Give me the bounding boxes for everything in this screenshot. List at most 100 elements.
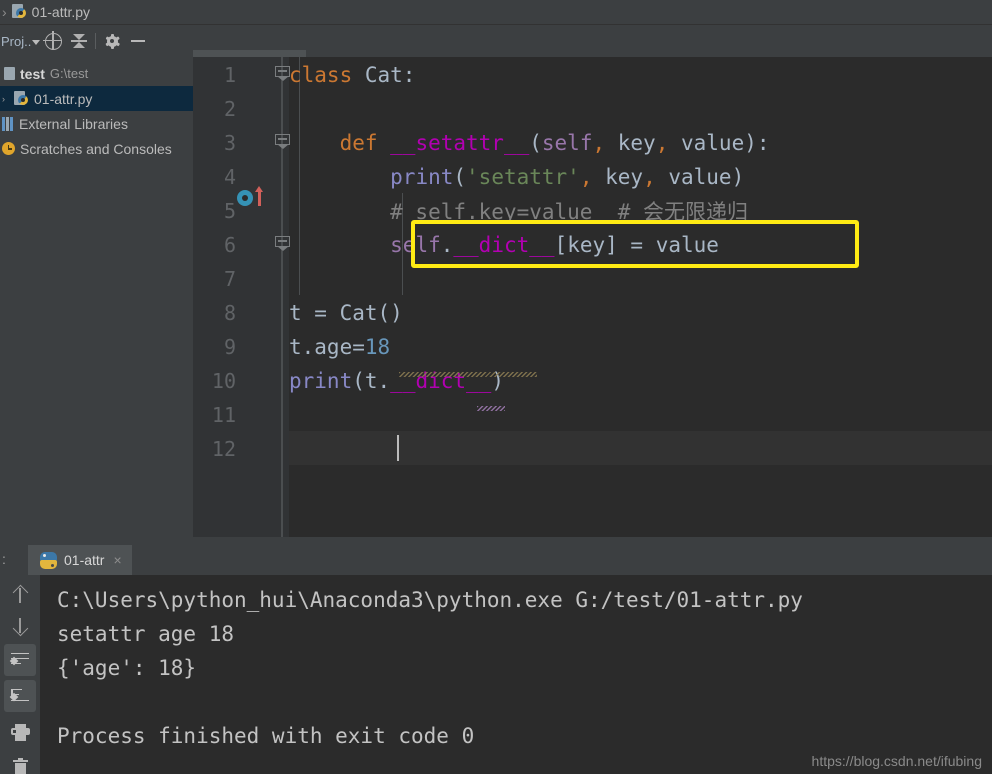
code-line-7[interactable] xyxy=(289,262,992,296)
gutter-line-8[interactable]: 8 xyxy=(193,296,289,330)
run-panel-toolbar xyxy=(0,575,40,774)
breadcrumb-separator: › xyxy=(2,4,7,20)
line-number: 4 xyxy=(223,165,236,189)
tree-item-scratches-and-consoles[interactable]: Scratches and Consoles xyxy=(0,136,193,161)
code-token: : xyxy=(402,63,416,87)
line-number: 12 xyxy=(211,437,236,461)
code-token: t.age= xyxy=(289,335,365,359)
code-line-6[interactable]: self. __dict__ [key] = value xyxy=(289,228,992,262)
python-file-icon xyxy=(11,4,27,20)
tree-item-external-libraries[interactable]: External Libraries xyxy=(0,111,193,136)
tree-item-detail: G:\test xyxy=(49,66,89,81)
code-token: () xyxy=(377,301,403,325)
minimize-icon[interactable] xyxy=(125,25,151,57)
code-line-10[interactable]: print(t. __dict__) xyxy=(289,364,992,398)
code-token: __dict__ xyxy=(453,233,555,257)
code-token: ( xyxy=(352,369,365,393)
code-line-4[interactable]: print('setattr', key, value) xyxy=(289,160,992,194)
gutter-line-10[interactable]: 10 xyxy=(193,364,289,398)
code-token: class xyxy=(289,63,365,87)
gutter-line-7[interactable]: 7 xyxy=(193,262,289,296)
library-icon xyxy=(2,116,14,131)
chevron-down-icon xyxy=(32,40,41,45)
gutter-line-9[interactable]: 9 xyxy=(193,330,289,364)
code-token: __setattr__ xyxy=(390,131,530,155)
override-method-icon[interactable] xyxy=(237,190,253,206)
code-line-11[interactable] xyxy=(289,398,992,432)
line-number: 11 xyxy=(211,403,236,427)
python-file-icon xyxy=(14,90,29,107)
project-view-selector[interactable]: Proj.. xyxy=(0,33,41,49)
code-token: self xyxy=(390,233,441,257)
line-number: 2 xyxy=(223,97,236,121)
toolbar-divider xyxy=(95,33,97,49)
run-tabstrip: : 01-attr × xyxy=(0,545,992,575)
code-text-area[interactable]: class Cat: def __setattr__(self, key, va… xyxy=(289,57,992,537)
code-token: 'setattr' xyxy=(466,165,580,189)
run-tab-01-attr[interactable]: 01-attr × xyxy=(28,545,132,575)
tree-item-label: test xyxy=(20,65,45,82)
code-token: ( xyxy=(453,165,467,189)
code-token: ) xyxy=(731,165,745,189)
up-arrow-icon[interactable] xyxy=(4,578,36,610)
code-token: t = xyxy=(289,301,340,325)
breadcrumb-file[interactable]: 01-attr.py xyxy=(32,4,90,20)
fold-marker-line-1[interactable] xyxy=(275,66,290,81)
code-token: , xyxy=(592,131,606,155)
code-token: Cat xyxy=(364,63,403,87)
close-icon[interactable]: × xyxy=(113,552,121,568)
soft-wrap-icon[interactable] xyxy=(4,644,36,676)
code-editor[interactable]: 1 2 3 4 5 6 7 8 9 10 11 12 class Cat: def __setattr… xyxy=(193,57,992,537)
text-caret xyxy=(397,435,399,461)
code-token: # self.key=value # 会无限递归 xyxy=(289,200,749,224)
code-token: self xyxy=(541,131,593,155)
project-view-label: Proj.. xyxy=(1,33,32,49)
code-line-8[interactable]: t = Cat() xyxy=(289,296,992,330)
code-token: , xyxy=(579,165,593,189)
line-number: 6 xyxy=(223,233,236,257)
console-output[interactable]: C:\Users\python_hui\Anaconda3\python.exe… xyxy=(40,575,992,774)
gutter-line-12[interactable]: 12 xyxy=(193,432,289,466)
line-number: 5 xyxy=(223,199,236,223)
down-arrow-icon[interactable] xyxy=(4,611,36,643)
code-line-12[interactable] xyxy=(289,432,992,466)
scratches-icon xyxy=(2,142,15,155)
tree-item-test[interactable]: test G:\test xyxy=(0,61,193,86)
code-line-1[interactable]: class Cat: xyxy=(289,58,992,92)
breadcrumb: › 01-attr.py xyxy=(0,0,992,25)
console-line-4: Process finished with exit code 0 xyxy=(57,724,475,748)
gutter-line-4[interactable]: 4 xyxy=(193,160,289,194)
scroll-to-end-icon[interactable] xyxy=(4,680,36,712)
toolbar-row: Proj.. 01-attr.py × xyxy=(0,25,992,82)
code-token: value xyxy=(655,165,732,189)
fold-marker-line-3[interactable] xyxy=(275,134,290,149)
code-token: [key] = value xyxy=(554,233,719,257)
line-number: 3 xyxy=(223,131,236,155)
code-token: def xyxy=(339,131,391,155)
gear-icon[interactable] xyxy=(99,25,125,57)
code-line-3[interactable]: def __setattr__(self, key, value): xyxy=(289,126,992,160)
code-token: key xyxy=(592,165,644,189)
project-tree: test G:\test › 01-attr.py External Libra… xyxy=(0,57,193,537)
locate-target-icon[interactable] xyxy=(40,25,66,57)
python-logo-icon xyxy=(40,551,57,569)
module-icon xyxy=(4,67,15,80)
fold-marker-line-6[interactable] xyxy=(275,236,290,251)
gutter-line-11[interactable]: 11 xyxy=(193,398,289,432)
code-line-9[interactable]: t.age= 18 xyxy=(289,330,992,364)
gutter-line-2[interactable]: 2 xyxy=(193,92,289,126)
code-line-2[interactable] xyxy=(289,92,992,126)
code-line-5[interactable]: # self.key=value # 会无限递归 xyxy=(289,194,992,228)
collapse-all-icon[interactable] xyxy=(66,25,92,57)
code-token: key xyxy=(605,131,656,155)
code-token: value xyxy=(668,131,745,155)
trash-icon[interactable] xyxy=(4,751,36,774)
print-icon[interactable] xyxy=(4,716,36,748)
tree-item-label: External Libraries xyxy=(19,115,128,132)
tree-expand-arrow[interactable]: › xyxy=(2,94,9,104)
watermark: https://blog.csdn.net/ifubing xyxy=(811,753,982,769)
tree-item-01-attr-py[interactable]: › 01-attr.py xyxy=(0,86,193,111)
